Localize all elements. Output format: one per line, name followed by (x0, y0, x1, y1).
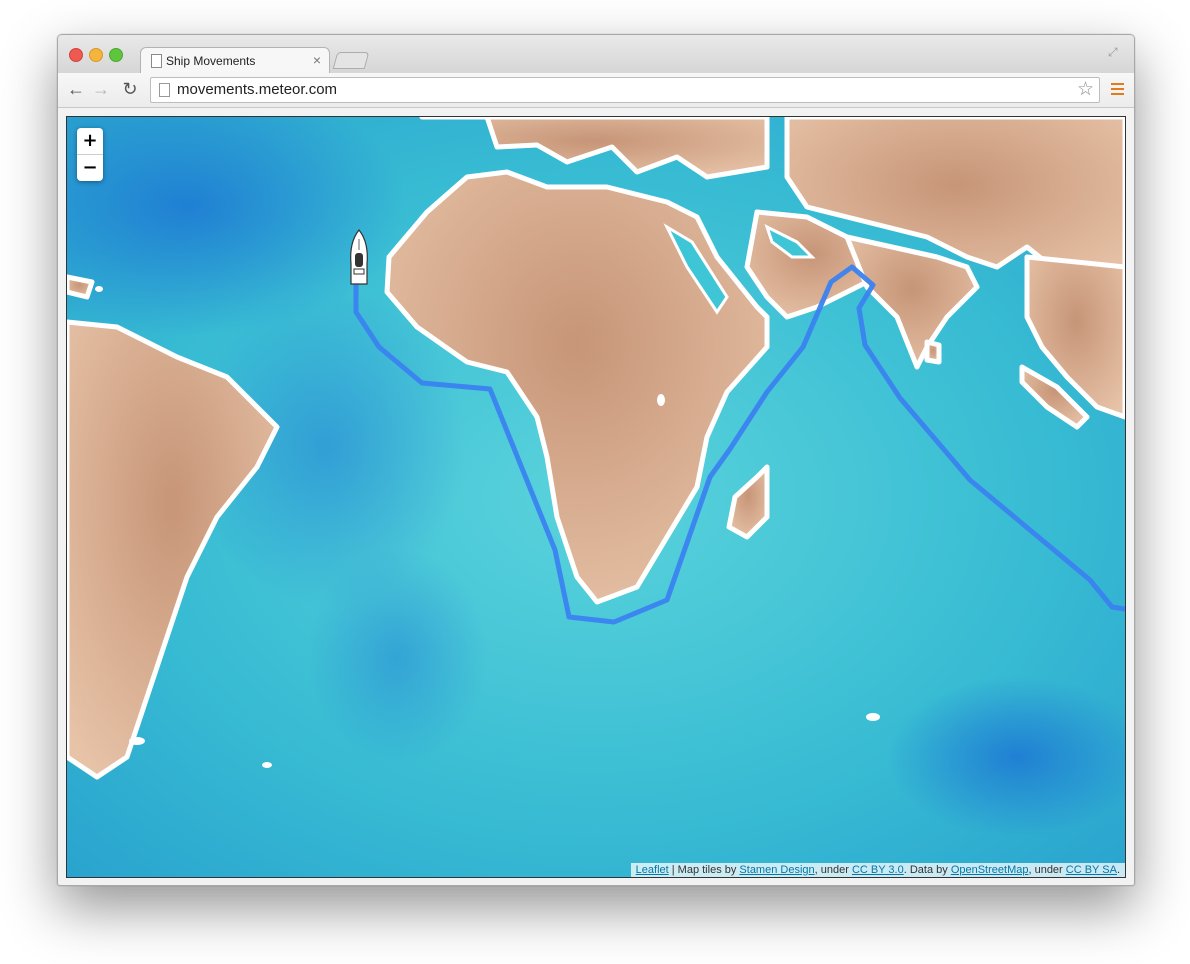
close-window-button[interactable] (69, 48, 83, 62)
fullscreen-icon[interactable]: ⤢ (1108, 45, 1122, 59)
osm-link[interactable]: OpenStreetMap (951, 864, 1029, 876)
page-icon (159, 83, 170, 97)
title-bar: Ship Movements × ⤢ (58, 35, 1134, 74)
land-sri-lanka (924, 339, 942, 365)
map-attribution: Leaflet | Map tiles by Stamen Design, un… (630, 863, 1125, 877)
cc-by-link[interactable]: CC BY 3.0 (852, 864, 904, 876)
island (129, 737, 145, 745)
reload-button[interactable]: ↻ (120, 79, 140, 100)
island (262, 762, 272, 768)
island (866, 713, 880, 721)
tab-title: Ship Movements (166, 54, 256, 68)
attribution-text: | Map tiles by (668, 864, 740, 876)
address-bar[interactable]: movements.meteor.com ☆ (150, 77, 1100, 103)
tab-close-icon[interactable]: × (313, 52, 321, 68)
land-caribbean (67, 274, 95, 300)
island (95, 286, 103, 292)
minimize-window-button[interactable] (89, 48, 103, 62)
attribution-text: . (1116, 864, 1120, 876)
attribution-text: . Data by (903, 864, 951, 876)
tab-ship-movements[interactable]: Ship Movements × (140, 47, 330, 74)
zoom-out-button[interactable]: − (77, 155, 103, 181)
forward-button[interactable]: → (91, 79, 111, 100)
zoom-window-button[interactable] (109, 48, 123, 62)
zoom-control: + − (77, 128, 103, 181)
chrome-menu-icon[interactable] (1111, 83, 1124, 98)
map-tiles[interactable] (67, 117, 1125, 877)
browser-window: Ship Movements × ⤢ ← → ↻ movements.meteo… (57, 34, 1135, 886)
new-tab-button[interactable] (332, 52, 370, 69)
map-container[interactable]: + − Leaflet | Map tiles by Stamen Design… (66, 116, 1126, 878)
leaflet-link[interactable]: Leaflet (636, 864, 669, 876)
back-button[interactable]: ← (66, 79, 86, 100)
stamen-link[interactable]: Stamen Design (739, 864, 814, 876)
island (657, 394, 665, 406)
url-text[interactable]: movements.meteor.com (177, 81, 337, 98)
cc-by-sa-link[interactable]: CC BY SA (1066, 864, 1117, 876)
page-icon (151, 54, 162, 68)
attribution-text: , under (814, 864, 852, 876)
ocean-shade (307, 547, 487, 767)
attribution-text: , under (1028, 864, 1066, 876)
bookmark-star-icon[interactable]: ☆ (1077, 78, 1094, 101)
zoom-in-button[interactable]: + (77, 128, 103, 155)
browser-toolbar: ← → ↻ movements.meteor.com ☆ (58, 73, 1134, 108)
